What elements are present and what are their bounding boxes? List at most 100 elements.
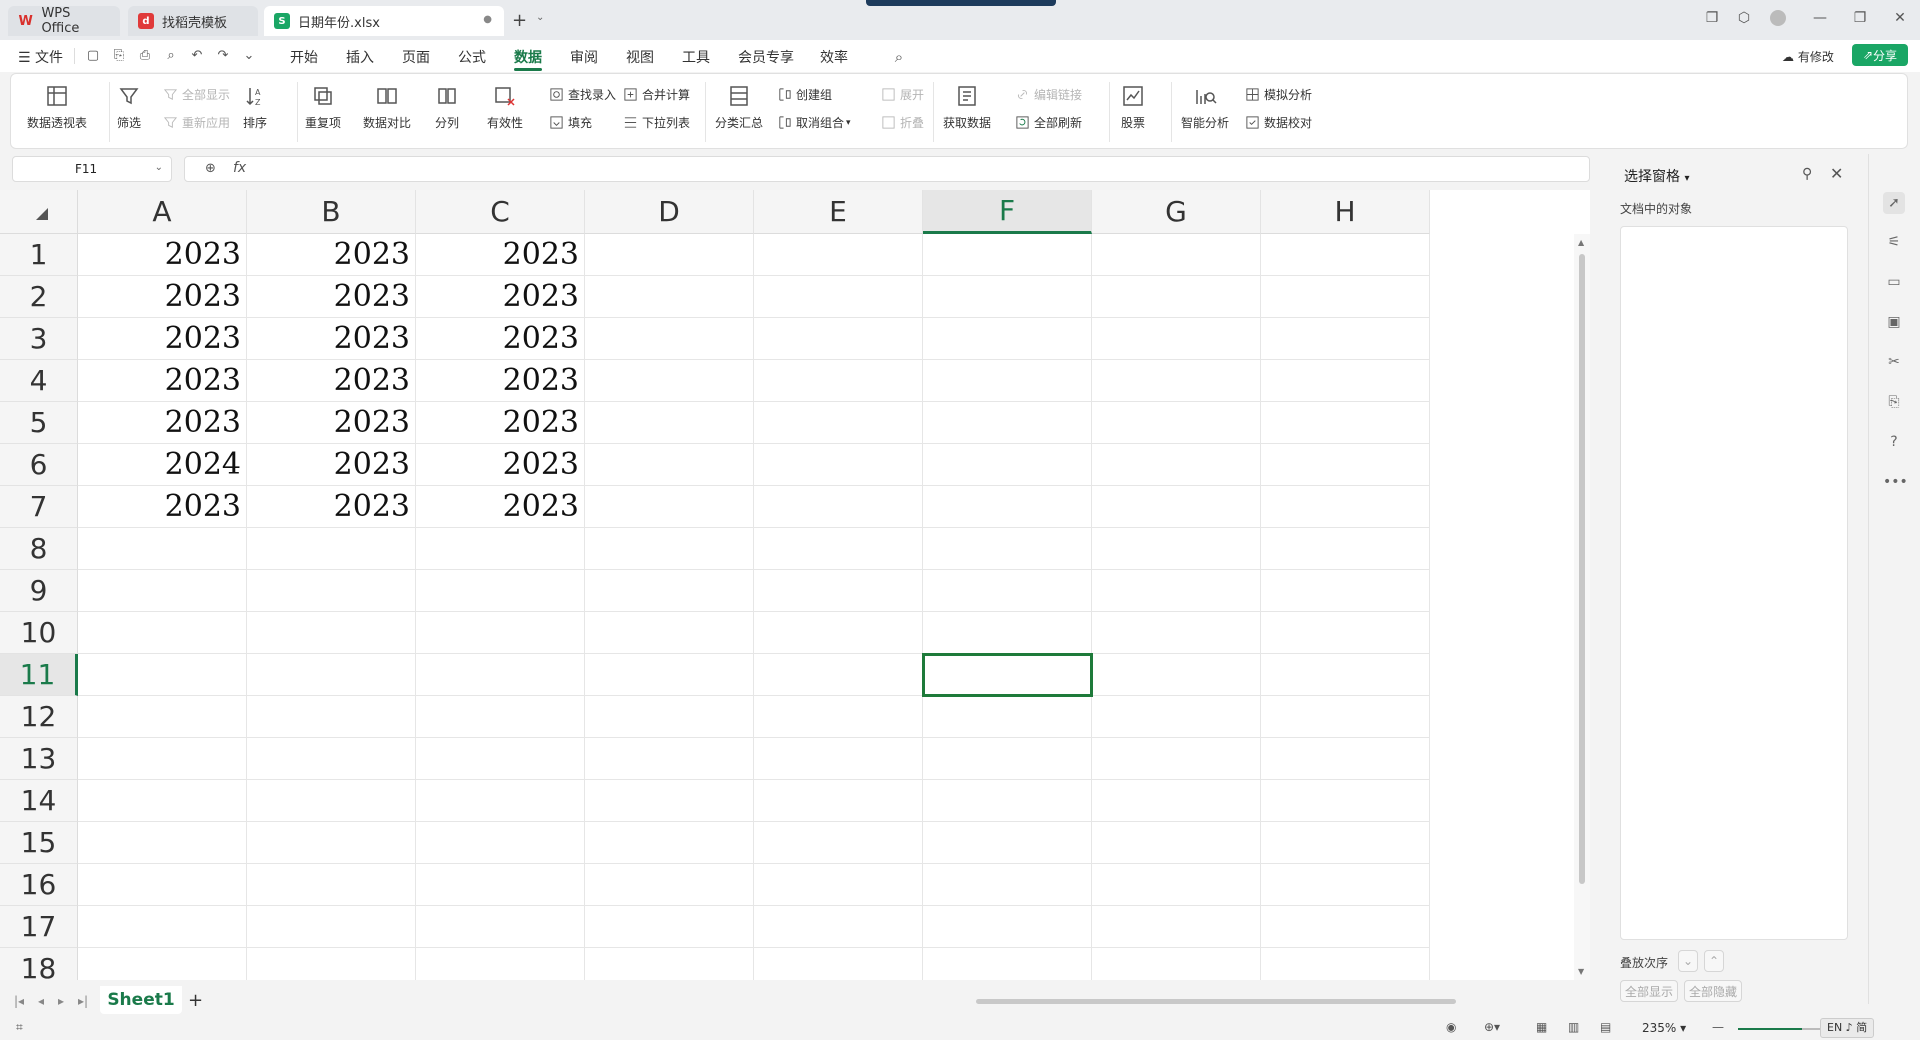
cell-b1[interactable]: 2023 [247, 234, 416, 276]
row-header-17[interactable]: 17 [0, 906, 78, 948]
split-column-button[interactable]: 分列 [435, 84, 459, 131]
column-header-c[interactable]: C [416, 190, 585, 234]
row-header-9[interactable]: 9 [0, 570, 78, 612]
row-header-12[interactable]: 12 [0, 696, 78, 738]
menu-start[interactable]: 开始 [290, 47, 318, 67]
file-menu[interactable]: ☰ 文件 [18, 47, 63, 67]
prev-sheet-icon[interactable]: ◂ [38, 994, 44, 1008]
column-header-f[interactable]: F [923, 190, 1092, 234]
row-header-6[interactable]: 6 [0, 444, 78, 486]
last-sheet-icon[interactable]: ▸| [78, 994, 88, 1008]
cell-c3[interactable]: 2023 [416, 318, 585, 360]
minimize-icon[interactable]: — [1806, 10, 1834, 26]
menu-tools[interactable]: 工具 [682, 47, 710, 67]
select-all-corner[interactable] [0, 190, 78, 234]
row-header-14[interactable]: 14 [0, 780, 78, 822]
cell-c5[interactable]: 2023 [416, 402, 585, 444]
reapply-button[interactable]: 重新应用 [163, 114, 230, 131]
menu-efficiency[interactable]: 效率 [820, 47, 848, 67]
ime-indicator[interactable]: EN ♪ 简 [1820, 1018, 1875, 1038]
search-icon[interactable]: ⌕ [890, 48, 908, 66]
row-header-3[interactable]: 3 [0, 318, 78, 360]
page-layout-icon[interactable]: ▥ [1568, 1020, 1579, 1034]
cell-c2[interactable]: 2023 [416, 276, 585, 318]
quick-access-more-icon[interactable]: ⌄ [240, 48, 258, 66]
name-box[interactable]: F11 ⌄ [12, 156, 172, 182]
column-header-e[interactable]: E [754, 190, 923, 234]
cell-a5[interactable]: 2023 [78, 402, 247, 444]
cell-c1[interactable]: 2023 [416, 234, 585, 276]
collapse-button[interactable]: 折叠 [881, 114, 924, 131]
vertical-scrollbar[interactable]: ▲ ▼ [1574, 234, 1590, 980]
page-break-icon[interactable]: ▤ [1600, 1020, 1611, 1034]
print-preview-icon[interactable]: ⌕ [162, 48, 180, 66]
menu-member[interactable]: 会员专享 [738, 47, 794, 67]
row-header-2[interactable]: 2 [0, 276, 78, 318]
redo-icon[interactable]: ↷ [214, 48, 232, 66]
fill-button[interactable]: 填充 [549, 114, 592, 131]
sheet-tab-sheet1[interactable]: Sheet1 [100, 986, 182, 1014]
cell-a6[interactable]: 2024 [78, 444, 247, 486]
tools-icon[interactable]: ✂ [1883, 354, 1905, 376]
pivot-table-button[interactable]: 数据透视表 [27, 84, 87, 131]
image-edit-icon[interactable]: ▣ [1883, 314, 1905, 336]
fx-icon[interactable]: fx [233, 160, 246, 176]
stocks-button[interactable]: 股票 [1121, 84, 1145, 131]
zoom-out-icon[interactable]: — [1712, 1020, 1724, 1034]
normal-view-icon[interactable]: ▦ [1536, 1020, 1547, 1034]
vertical-scroll-thumb[interactable] [1579, 254, 1585, 884]
pin-icon[interactable]: ⚲ [1802, 166, 1812, 182]
window-layout-icon[interactable]: ❐ [1698, 10, 1726, 26]
avatar[interactable] [1764, 10, 1792, 26]
tab-docer[interactable]: d 找稻壳模板 [128, 6, 258, 36]
column-header-d[interactable]: D [585, 190, 754, 234]
next-sheet-icon[interactable]: ▸ [58, 994, 64, 1008]
scroll-down-icon[interactable]: ▼ [1578, 967, 1584, 976]
subtotal-button[interactable]: 分类汇总 [715, 84, 763, 131]
get-data-button[interactable]: 获取数据 [943, 84, 991, 131]
cell-a1[interactable]: 2023 [78, 234, 247, 276]
row-header-4[interactable]: 4 [0, 360, 78, 402]
close-window-icon[interactable]: ✕ [1886, 10, 1914, 26]
cell-c7[interactable]: 2023 [416, 486, 585, 528]
zoom-level[interactable]: 235% ▾ [1642, 1021, 1686, 1035]
move-down-button[interactable]: ⌄ [1678, 950, 1698, 972]
zoom-formula-icon[interactable]: ⊕ [205, 161, 216, 176]
objects-list[interactable] [1620, 226, 1848, 940]
create-group-button[interactable]: 创建组 [777, 86, 832, 103]
show-all-button[interactable]: 全部显示 [163, 86, 230, 103]
new-tab-icon[interactable]: + [512, 10, 527, 31]
data-check-button[interactable]: 数据校对 [1245, 114, 1312, 131]
cell-c4[interactable]: 2023 [416, 360, 585, 402]
cell-b2[interactable]: 2023 [247, 276, 416, 318]
cell-b6[interactable]: 2023 [247, 444, 416, 486]
sort-button[interactable]: AZ 排序 [243, 84, 267, 131]
scroll-up-icon[interactable]: ▲ [1578, 238, 1584, 247]
hide-all-objects-button[interactable]: 全部隐藏 [1684, 980, 1742, 1002]
cell-b7[interactable]: 2023 [247, 486, 416, 528]
horizontal-scrollbar[interactable] [944, 996, 1564, 1006]
validity-button[interactable]: 有效性 [487, 84, 523, 131]
ungroup-button[interactable]: 取消组合 ▾ [777, 114, 851, 131]
cell-b3[interactable]: 2023 [247, 318, 416, 360]
cell-a7[interactable]: 2023 [78, 486, 247, 528]
tab-date-year-xlsx[interactable]: S 日期年份.xlsx ● [264, 6, 504, 36]
undo-icon[interactable]: ↶ [188, 48, 206, 66]
document-search-icon[interactable]: ⎘ [1883, 394, 1905, 416]
chevron-down-icon[interactable]: ⌄ [536, 12, 544, 23]
row-header-18[interactable]: 18 [0, 948, 78, 980]
tab-wps-office[interactable]: W WPS Office [8, 6, 120, 36]
menu-insert[interactable]: 插入 [346, 47, 374, 67]
share-button[interactable]: ⇗ 分享 [1852, 44, 1908, 66]
first-sheet-icon[interactable]: |◂ [14, 994, 24, 1008]
panel-title[interactable]: 选择窗格 ▾ [1624, 166, 1689, 186]
menu-review[interactable]: 审阅 [570, 47, 598, 67]
row-header-1[interactable]: 1 [0, 234, 78, 276]
macro-icon[interactable]: ⌗ [16, 1020, 23, 1035]
smart-analysis-button[interactable]: 智能分析 [1181, 84, 1229, 131]
dropdown-list-button[interactable]: 下拉列表 [623, 114, 690, 131]
column-header-a[interactable]: A [78, 190, 247, 234]
selected-cell[interactable] [922, 653, 1093, 697]
row-header-10[interactable]: 10 [0, 612, 78, 654]
cell-a2[interactable]: 2023 [78, 276, 247, 318]
